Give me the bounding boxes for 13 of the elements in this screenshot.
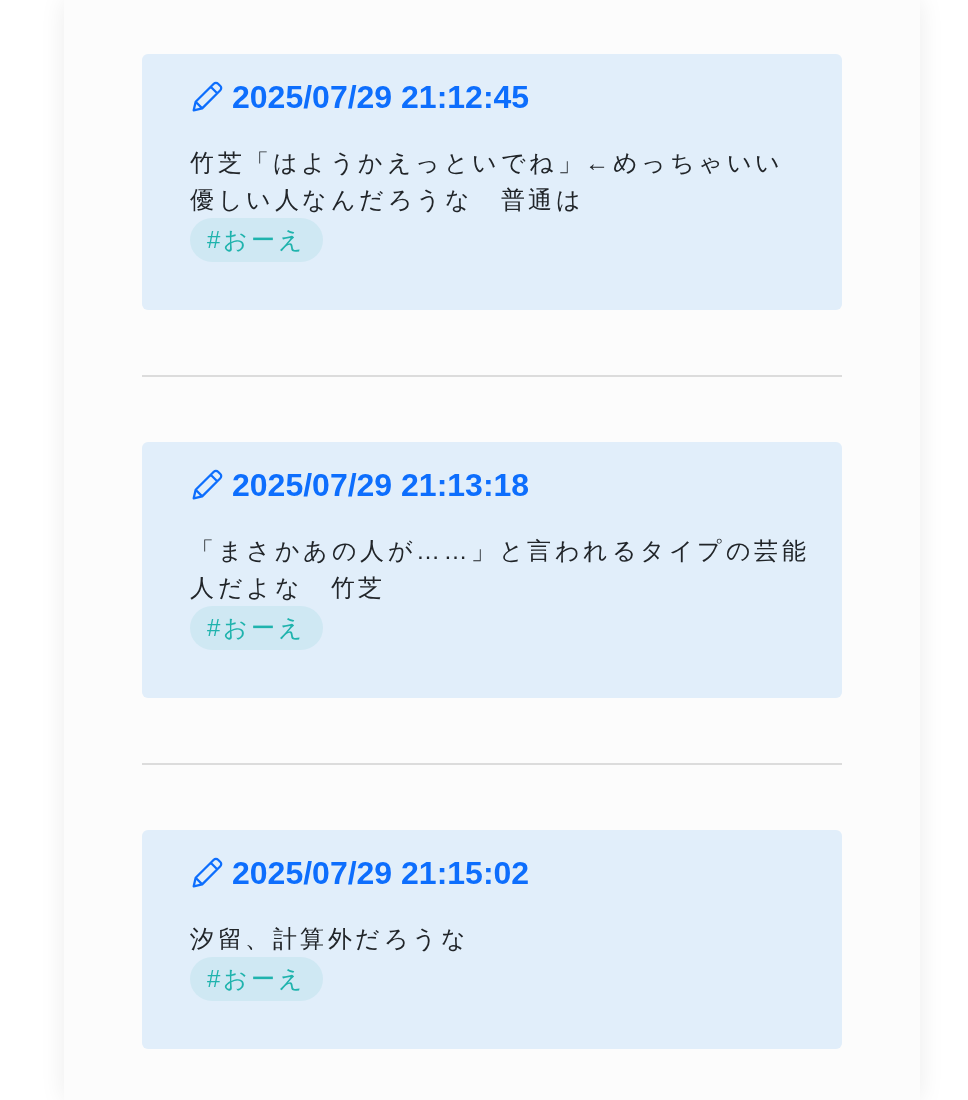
pencil-icon [190,468,224,502]
hashtag-chip[interactable]: #おーえ [190,606,324,650]
timestamp-link[interactable]: 2025/07/29 21:15:02 [232,856,530,890]
timestamp-link[interactable]: 2025/07/29 21:12:45 [232,80,530,114]
hashtag-chip[interactable]: #おーえ [190,218,324,262]
post-text: 「まさかあの人が……」と言われるタイプの芸能人だよな 竹芝 [190,536,810,603]
hashtag-chip[interactable]: #おーえ [190,957,324,1001]
post-text: 優しい人なんだろうな 普通は [190,185,585,215]
timestamp-link[interactable]: 2025/07/29 21:13:18 [232,468,530,502]
pencil-icon [190,80,224,114]
post-text: 竹芝「はようかえっといでね」←めっちゃいい [190,148,785,178]
post-text: 汐留、計算外だろうな [190,924,470,954]
pencil-icon [190,856,224,890]
